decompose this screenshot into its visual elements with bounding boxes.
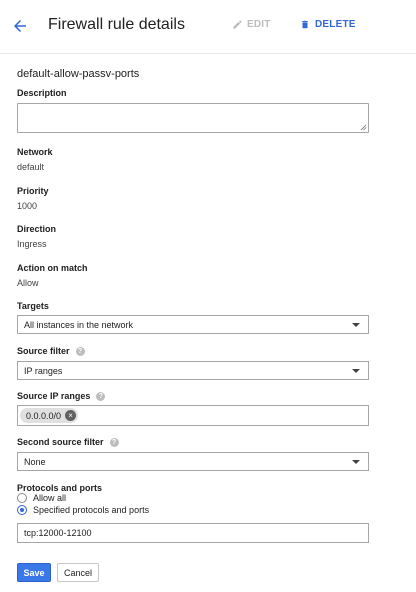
remove-chip-icon[interactable]: × (65, 410, 77, 421)
direction-value: Ingress (17, 239, 47, 249)
targets-label: Targets (17, 301, 49, 311)
protocols-and-ports-label: Protocols and ports (17, 483, 103, 493)
rule-name: default-allow-passv-ports (17, 68, 140, 80)
cancel-button[interactable]: Cancel (57, 563, 99, 582)
second-source-filter-select[interactable]: None (17, 452, 369, 471)
radio-button-selected[interactable] (17, 505, 27, 515)
targets-select-value: All instances in the network (24, 319, 134, 330)
source-ip-ranges-input[interactable]: 0.0.0.0/0 × (17, 405, 369, 426)
delete-button[interactable]: DELETE (300, 19, 356, 30)
source-filter-select-value: IP ranges (24, 365, 63, 376)
radio-specified-protocols[interactable]: Specified protocols and ports (17, 505, 149, 515)
radio-button[interactable] (17, 493, 27, 503)
dropdown-arrow-icon (352, 369, 360, 373)
action-on-match-value: Allow (17, 278, 39, 288)
source-filter-label: Source filter ? (17, 346, 85, 356)
help-icon[interactable]: ? (96, 391, 106, 401)
second-source-filter-label-text: Second source filter (17, 437, 104, 447)
back-arrow-icon[interactable] (11, 17, 29, 35)
save-button[interactable]: Save (17, 563, 51, 582)
delete-button-label: DELETE (315, 19, 356, 30)
source-ip-ranges-label-text: Source IP ranges (17, 391, 91, 401)
radio-specified-protocols-label: Specified protocols and ports (33, 505, 150, 515)
pencil-icon (233, 20, 242, 29)
network-value: default (17, 162, 45, 172)
priority-value: 1000 (17, 201, 38, 211)
dropdown-arrow-icon (352, 460, 360, 464)
protocols-ports-input[interactable]: tcp:12000-12100 (17, 523, 369, 543)
ip-range-chip: 0.0.0.0/0 × (20, 408, 79, 423)
second-source-filter-select-value: None (24, 456, 46, 467)
ip-range-chip-label: 0.0.0.0/0 (26, 410, 62, 421)
targets-select[interactable]: All instances in the network (17, 315, 369, 334)
trash-icon (302, 20, 308, 29)
network-label: Network (17, 147, 53, 157)
edit-button-label: EDIT (247, 19, 271, 30)
resize-handle-icon[interactable] (360, 124, 367, 131)
radio-allow-all[interactable]: Allow all (17, 493, 66, 503)
protocols-ports-value: tcp:12000-12100 (24, 528, 92, 538)
dropdown-arrow-icon (352, 323, 360, 327)
page-title: Firewall rule details (48, 16, 185, 33)
source-filter-select[interactable]: IP ranges (17, 361, 369, 380)
second-source-filter-label: Second source filter ? (17, 437, 119, 447)
source-ip-ranges-label: Source IP ranges ? (17, 391, 106, 401)
edit-button[interactable]: EDIT (232, 19, 271, 30)
description-label: Description (17, 88, 67, 98)
source-filter-label-text: Source filter (17, 346, 70, 356)
radio-allow-all-label: Allow all (33, 493, 67, 503)
direction-label: Direction (17, 224, 57, 234)
help-icon[interactable]: ? (75, 346, 85, 356)
description-textarea[interactable] (17, 103, 369, 133)
priority-label: Priority (17, 186, 49, 196)
page-header: Firewall rule details EDIT DELETE (0, 0, 416, 54)
action-on-match-label: Action on match (17, 263, 88, 273)
help-icon[interactable]: ? (109, 437, 119, 447)
